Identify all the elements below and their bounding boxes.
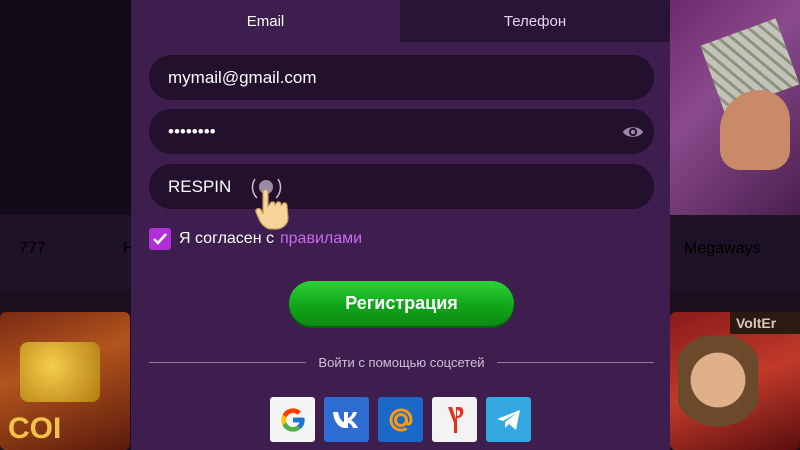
mail-ru-icon [388,407,413,432]
game-card-right[interactable]: VoltEr [670,312,800,450]
tab-phone[interactable]: Телефон [400,0,670,42]
vk-icon [332,411,358,428]
register-button[interactable]: Регистрация [289,281,514,326]
agreement-label: Я согласен с [179,230,274,247]
rules-link[interactable]: правилами [280,230,362,248]
game-provider-badge: VoltEr [730,312,800,334]
eye-icon[interactable] [622,121,644,143]
google-icon [280,407,305,432]
yandex-icon [447,406,463,433]
password-input[interactable] [168,121,588,142]
hero-banner-image [670,0,800,215]
hand-image [720,90,790,170]
game-title: COI [8,412,62,445]
telegram-login-button[interactable] [486,397,531,442]
vk-login-button[interactable] [324,397,369,442]
auth-tabs: Email Телефон [131,0,670,42]
nav-item-megaways[interactable]: Megaways [684,240,760,258]
promo-code-input[interactable] [168,176,588,197]
tab-email[interactable]: Email [131,0,400,42]
telegram-icon [496,409,520,430]
agreement-row: Я согласен с правилами [149,228,362,250]
social-divider: Войти с помощью соцсетей [149,352,654,372]
nav-item-777[interactable]: 777 [19,240,46,258]
social-divider-label: Войти с помощью соцсетей [318,354,485,370]
promo-code-field[interactable] [149,164,654,209]
divider-line-right [496,361,654,363]
email-input[interactable] [168,67,588,88]
character-image [678,336,758,446]
treasure-image [20,342,100,402]
checkmark-icon [153,233,167,245]
google-login-button[interactable] [270,397,315,442]
hand-pointer-icon [255,189,289,230]
yandex-login-button[interactable] [432,397,477,442]
password-field[interactable] [149,109,654,154]
divider-line-left [149,361,307,363]
agree-checkbox[interactable] [149,228,171,250]
game-card-left[interactable]: COI [0,312,130,450]
social-login-buttons [270,397,531,442]
registration-modal: Email Телефон Я согласен с правилами Рег… [131,0,670,450]
mail-ru-login-button[interactable] [378,397,423,442]
email-field[interactable] [149,55,654,100]
